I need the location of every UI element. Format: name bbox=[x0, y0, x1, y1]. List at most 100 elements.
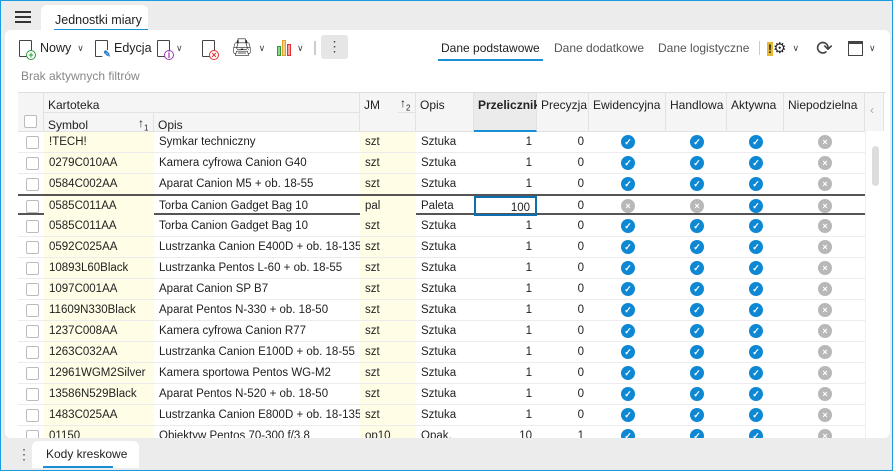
table-row[interactable]: 0585C011AA Torba Canion Gadget Bag 10 pal P… bbox=[18, 194, 865, 216]
check-circle-icon: ✓ bbox=[621, 156, 635, 170]
select-all-checkbox[interactable] bbox=[24, 115, 37, 128]
jm-cell: szt bbox=[360, 321, 416, 341]
delete-button[interactable]: × bbox=[202, 36, 219, 60]
menu-icon[interactable] bbox=[15, 11, 31, 23]
row-checkbox[interactable] bbox=[26, 220, 39, 233]
row-checkbox[interactable] bbox=[26, 388, 39, 401]
row-checkbox[interactable] bbox=[26, 283, 39, 296]
przelicznik-cell[interactable]: 1 bbox=[474, 342, 537, 362]
symbol-cell: 0279C010AA bbox=[44, 153, 154, 173]
vertical-scrollbar[interactable] bbox=[865, 131, 884, 438]
sort-asc-icon[interactable]: ↑1 bbox=[136, 113, 154, 132]
refresh-button[interactable]: ⟳ bbox=[816, 36, 833, 60]
przelicznik-cell[interactable]: 1 bbox=[474, 132, 537, 152]
table-row[interactable]: !TECH! Symkar techniczny szt Sztuka 1 0 ✓ ✓ ✓ × bbox=[18, 132, 865, 153]
chevron-down-icon[interactable]: ∨ bbox=[259, 43, 266, 54]
przelicznik-cell[interactable]: 1 bbox=[474, 258, 537, 278]
header-jm-opis[interactable]: Opis bbox=[416, 93, 474, 132]
header-ewidencyjna[interactable]: Ewidencyjna bbox=[589, 93, 666, 132]
przelicznik-cell[interactable]: 1 bbox=[474, 384, 537, 404]
jm-opis-cell: Sztuka bbox=[421, 262, 457, 274]
table-row[interactable]: 12961WGM2Silver Kamera sportowa Pentos WG… bbox=[18, 363, 865, 384]
table-row[interactable]: 1237C008AA Kamera cyfrowa Canion R77 szt Sz… bbox=[18, 321, 865, 342]
x-circle-icon: × bbox=[818, 199, 832, 213]
jm-opis-cell: Sztuka bbox=[421, 325, 457, 337]
table-row[interactable]: 10893L60Black Lustrzanka Pentos L-60 + ob… bbox=[18, 258, 865, 279]
settings-alert-button[interactable]: !⚙ ∨ bbox=[767, 36, 799, 60]
opis-cell: Aparat Pentos N-330 + ob. 18-50 bbox=[159, 304, 329, 316]
jm-cell: szt bbox=[360, 384, 416, 404]
chevron-down-icon[interactable]: ∨ bbox=[869, 43, 876, 54]
table-row[interactable]: 13586N529Black Aparat Pentos N-520 + ob. … bbox=[18, 384, 865, 405]
content-panel: + Nowy ∨ ✎ Edycja i ∨ × 🖨 ∨ ∨ ⋮ Dane podsta… bbox=[5, 30, 890, 438]
header-precyzja[interactable]: Precyzja bbox=[537, 93, 589, 132]
tab-jednostki-miary[interactable]: Jednostki miary bbox=[41, 5, 148, 33]
jm-cell: szt bbox=[360, 342, 416, 362]
chevron-down-icon[interactable]: ∨ bbox=[297, 43, 304, 54]
przelicznik-cell[interactable]: 1 bbox=[474, 216, 537, 236]
przelicznik-cell[interactable]: 1 bbox=[474, 174, 537, 194]
precyzja-cell: 0 bbox=[577, 157, 584, 169]
header-przelicznik[interactable]: Przelicznik bbox=[474, 93, 540, 132]
edit-button[interactable]: ✎ Edycja bbox=[95, 36, 152, 60]
row-checkbox[interactable] bbox=[26, 262, 39, 275]
scrollbar-thumb[interactable] bbox=[872, 146, 879, 186]
sort-asc-icon[interactable]: ↑2 bbox=[398, 93, 416, 113]
table-row[interactable]: 0585C011AA Torba Canion Gadget Bag 10 szt S… bbox=[18, 216, 865, 237]
row-checkbox[interactable] bbox=[26, 325, 39, 338]
more-tabs-icon[interactable]: ⋮ bbox=[17, 446, 31, 463]
tab-dane-podstawowe[interactable]: Dane podstawowe bbox=[438, 41, 543, 61]
scroll-left-icon[interactable]: ‹ bbox=[865, 93, 884, 132]
chart-button[interactable]: ∨ bbox=[277, 36, 304, 60]
opis-cell: Aparat Canion M5 + ob. 18-55 bbox=[159, 178, 314, 190]
row-checkbox[interactable] bbox=[26, 178, 39, 191]
przelicznik-cell[interactable]: 1 bbox=[474, 363, 537, 383]
tab-kody-kreskowe[interactable]: Kody kreskowe bbox=[32, 441, 139, 468]
new-button[interactable]: + Nowy ∨ bbox=[19, 36, 84, 60]
chevron-down-icon[interactable]: ∨ bbox=[792, 43, 799, 54]
row-checkbox[interactable] bbox=[26, 409, 39, 422]
przelicznik-cell[interactable]: 100 bbox=[474, 196, 537, 216]
tab-dane-logistyczne[interactable]: Dane logistyczne bbox=[658, 41, 749, 55]
chevron-down-icon[interactable]: ∨ bbox=[176, 43, 183, 54]
row-checkbox[interactable] bbox=[26, 430, 39, 438]
table-row[interactable]: 1263C032AA Lustrzanka Canion E100D + ob. … bbox=[18, 342, 865, 363]
tab-dane-dodatkowe[interactable]: Dane dodatkowe bbox=[554, 41, 644, 55]
przelicznik-cell[interactable]: 1 bbox=[474, 153, 537, 173]
row-checkbox[interactable] bbox=[26, 136, 39, 149]
row-checkbox[interactable] bbox=[26, 367, 39, 380]
row-checkbox[interactable] bbox=[26, 304, 39, 317]
table-row[interactable]: 1097C001AA Aparat Canion SP B7 szt Sztuka 1 0… bbox=[18, 279, 865, 300]
table-row[interactable]: 0279C010AA Kamera cyfrowa Canion G40 szt Sz… bbox=[18, 153, 865, 174]
header-handlowa[interactable]: Handlowa bbox=[666, 93, 727, 132]
table-row[interactable]: 01150 Obiektyw Pentos 70-300 f/3.8 op10 Opa… bbox=[18, 426, 865, 438]
info-button[interactable]: i ∨ bbox=[157, 36, 183, 60]
jm-opis-cell: Sztuka bbox=[421, 136, 457, 148]
table-row[interactable]: 0584C002AA Aparat Canion M5 + ob. 18-55 sz… bbox=[18, 174, 865, 195]
jm-opis-cell: Paleta bbox=[421, 200, 454, 212]
przelicznik-cell[interactable]: 10 bbox=[474, 426, 537, 438]
row-checkbox[interactable] bbox=[26, 346, 39, 359]
przelicznik-cell[interactable]: 1 bbox=[474, 405, 537, 425]
header-aktywna[interactable]: Aktywna bbox=[727, 93, 784, 132]
header-opis[interactable]: Opis bbox=[154, 113, 360, 132]
table-row[interactable]: 1483C025AA Lustrzanka Canion E800D + ob. … bbox=[18, 405, 865, 426]
view-settings-button[interactable]: ∨ bbox=[848, 36, 876, 60]
row-checkbox[interactable] bbox=[26, 241, 39, 254]
print-button[interactable]: 🖨 ∨ bbox=[231, 36, 265, 60]
table-row[interactable]: 0592C025AA Lustrzanka Canion E400D + ob. … bbox=[18, 237, 865, 258]
table-row[interactable]: 11609N330Black Aparat Pentos N-330 + ob. … bbox=[18, 300, 865, 321]
przelicznik-cell[interactable]: 1 bbox=[474, 321, 537, 341]
chevron-down-icon[interactable]: ∨ bbox=[77, 43, 84, 54]
przelicznik-cell[interactable]: 1 bbox=[474, 237, 537, 257]
check-circle-icon: ✓ bbox=[749, 156, 763, 170]
row-checkbox[interactable] bbox=[26, 200, 39, 213]
opis-cell: Lustrzanka Canion E400D + ob. 18-135 bbox=[159, 241, 360, 253]
header-niepodzielna[interactable]: Niepodzielna bbox=[784, 93, 865, 132]
przelicznik-cell[interactable]: 1 bbox=[474, 279, 537, 299]
precyzja-cell: 0 bbox=[577, 178, 584, 190]
more-options-button[interactable]: ⋮ bbox=[321, 35, 348, 59]
przelicznik-cell[interactable]: 1 bbox=[474, 300, 537, 320]
check-circle-icon: ✓ bbox=[621, 282, 635, 296]
row-checkbox[interactable] bbox=[26, 157, 39, 170]
